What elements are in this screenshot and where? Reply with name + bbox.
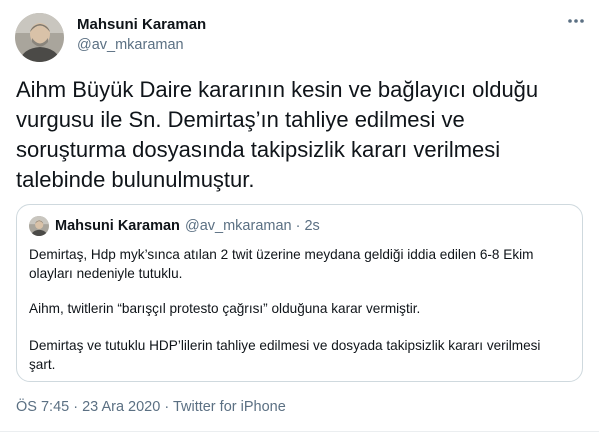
author-avatar[interactable] xyxy=(15,13,64,62)
quoted-tweet[interactable]: Mahsuni Karaman @av_mkaraman · 2s Demirt… xyxy=(16,204,583,382)
footer-separator: · xyxy=(69,399,83,415)
quoted-paragraph: Demirtaş, Hdp myk’sınca atılan 2 twit üz… xyxy=(29,247,534,281)
tweet-date[interactable]: 23 Ara 2020 xyxy=(82,399,160,415)
author-name[interactable]: Mahsuni Karaman xyxy=(77,16,206,33)
tweet-source[interactable]: Twitter for iPhone xyxy=(173,399,286,415)
more-horizontal-icon[interactable] xyxy=(566,14,586,28)
tweet-time[interactable]: ÖS 7:45 xyxy=(16,399,69,415)
quoted-author-meta: @av_mkaraman · 2s xyxy=(185,218,320,234)
quoted-author-avatar xyxy=(29,216,49,236)
avatar-icon xyxy=(29,216,49,236)
tweet-footer: ÖS 7:45 · 23 Ara 2020 · Twitter for iPho… xyxy=(16,399,286,415)
footer-separator: · xyxy=(160,399,173,415)
tweet-text: Aihm Büyük Daire kararının kesin ve bağl… xyxy=(16,77,539,192)
author-handle[interactable]: @av_mkaraman xyxy=(77,37,184,53)
tweet-card: Mahsuni Karaman @av_mkaraman Aihm Büyük … xyxy=(0,0,599,435)
divider xyxy=(0,431,599,432)
quoted-paragraph: Demirtaş ve tutuklu HDP’lilerin tahliye … xyxy=(29,338,541,372)
quoted-author-name: Mahsuni Karaman xyxy=(55,218,180,234)
quoted-paragraph: Aihm, twitlerin “barışçıl protesto çağrı… xyxy=(29,301,421,316)
avatar-icon xyxy=(15,13,64,62)
